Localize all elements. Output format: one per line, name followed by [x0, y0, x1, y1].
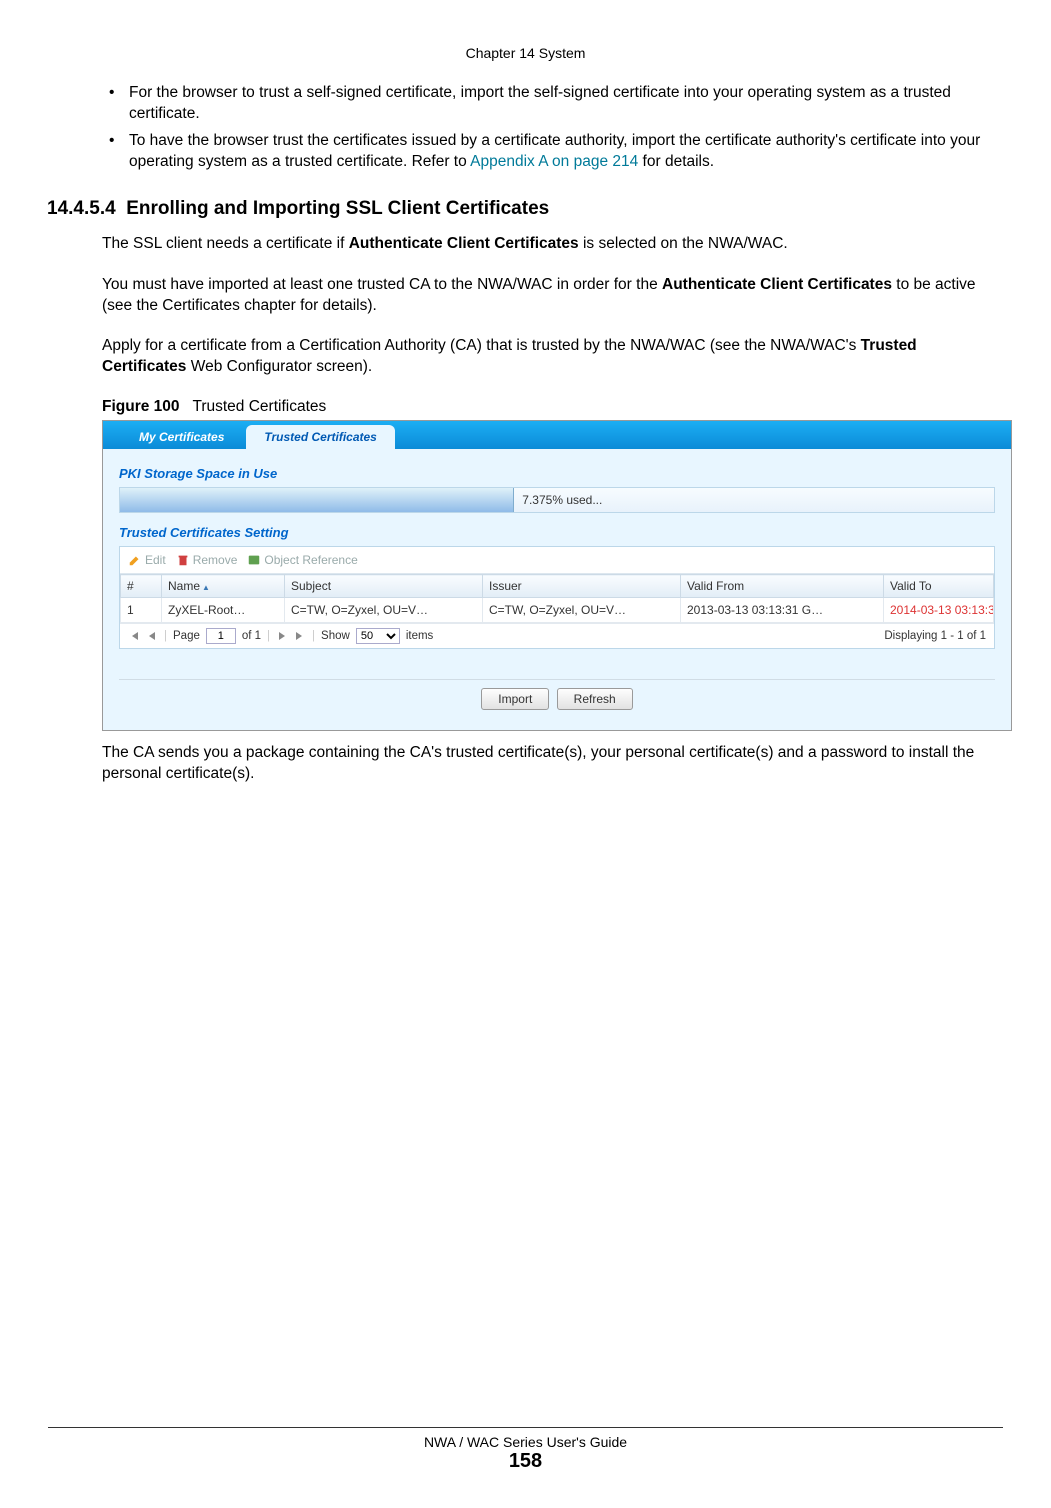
- remove-button[interactable]: Remove: [176, 553, 238, 567]
- show-label: Show: [321, 630, 350, 642]
- items-label: items: [406, 630, 433, 642]
- page-label: Page: [173, 630, 200, 642]
- next-page-icon[interactable]: [276, 630, 288, 642]
- object-reference-button[interactable]: Object Reference: [247, 553, 357, 567]
- first-page-icon[interactable]: [128, 630, 140, 642]
- cell-valid-to: 2014-03-13 03:13:31 G…: [884, 598, 994, 623]
- bullet-text-after: for details.: [638, 153, 714, 170]
- tab-trusted-certificates[interactable]: Trusted Certificates: [246, 425, 394, 449]
- section-title: Enrolling and Importing SSL Client Certi…: [126, 198, 549, 219]
- cell-valid-from: 2013-03-13 03:13:31 G…: [681, 598, 884, 623]
- bullet-item: For the browser to trust a self-signed c…: [109, 83, 1004, 125]
- tab-my-certificates[interactable]: My Certificates: [121, 425, 242, 449]
- of-label: of 1: [242, 630, 261, 642]
- cell-index: 1: [121, 598, 162, 623]
- bullet-item: To have the browser trust the certificat…: [109, 131, 1004, 173]
- sort-asc-icon: ▲: [202, 583, 210, 592]
- chapter-header: Chapter 14 System: [47, 45, 1004, 61]
- footer-page-number: 158: [0, 1450, 1051, 1473]
- footer-guide-name: NWA / WAC Series User's Guide: [0, 1434, 1051, 1450]
- col-valid-to[interactable]: Valid To: [884, 575, 994, 598]
- section-heading: 14.4.5.4 Enrolling and Importing SSL Cli…: [47, 198, 1004, 220]
- object-reference-icon: [247, 553, 261, 567]
- paragraph: The SSL client needs a certificate if Au…: [102, 234, 1004, 255]
- import-button[interactable]: Import: [481, 688, 549, 710]
- trusted-cert-setting-title: Trusted Certificates Setting: [119, 525, 997, 540]
- col-subject[interactable]: Subject: [285, 575, 483, 598]
- tab-strip: My Certificates Trusted Certificates: [103, 421, 1011, 450]
- edit-button[interactable]: Edit: [128, 553, 166, 567]
- paragraph: The CA sends you a package containing th…: [102, 743, 1004, 785]
- figure-caption: Figure 100 Trusted Certificates: [102, 398, 1004, 416]
- page-size-select[interactable]: 50: [356, 628, 400, 644]
- page-input[interactable]: [206, 628, 236, 644]
- trash-icon: [176, 553, 190, 567]
- action-buttons: Import Refresh: [119, 679, 995, 710]
- cell-subject: C=TW, O=Zyxel, OU=V…: [285, 598, 483, 623]
- paragraph: Apply for a certificate from a Certifica…: [102, 336, 1004, 378]
- table-row[interactable]: 1 ZyXEL-Root… C=TW, O=Zyxel, OU=V… C=TW,…: [121, 598, 994, 623]
- usage-bar-fill: [120, 488, 514, 512]
- refresh-button[interactable]: Refresh: [557, 688, 633, 710]
- col-valid-from[interactable]: Valid From: [681, 575, 884, 598]
- display-count: Displaying 1 - 1 of 1: [884, 630, 986, 642]
- section-number: 14.4.5.4: [47, 198, 116, 219]
- bullet-text: For the browser to trust a self-signed c…: [129, 84, 951, 122]
- prev-page-icon[interactable]: [146, 630, 158, 642]
- col-name[interactable]: Name▲: [162, 575, 285, 598]
- usage-label: 7.375% used...: [514, 488, 994, 512]
- usage-bar: 7.375% used...: [119, 487, 995, 513]
- cell-name: ZyXEL-Root…: [162, 598, 285, 623]
- page-footer: NWA / WAC Series User's Guide 158: [0, 1427, 1051, 1473]
- pki-storage-title: PKI Storage Space in Use: [119, 466, 997, 481]
- col-issuer[interactable]: Issuer: [483, 575, 681, 598]
- grid-pager: | Page of 1 | | Show 50 items Displaying…: [120, 623, 994, 648]
- edit-icon: [128, 553, 142, 567]
- trusted-certificates-panel: My Certificates Trusted Certificates PKI…: [102, 420, 1012, 731]
- grid-toolbar: Edit Remove Object Reference: [120, 547, 994, 574]
- paragraph: You must have imported at least one trus…: [102, 275, 1004, 317]
- appendix-link[interactable]: Appendix A on page 214: [470, 153, 638, 170]
- cell-issuer: C=TW, O=Zyxel, OU=V…: [483, 598, 681, 623]
- col-index[interactable]: #: [121, 575, 162, 598]
- certificates-grid: Edit Remove Object Reference # Name▲ Sub…: [119, 546, 995, 649]
- last-page-icon[interactable]: [294, 630, 306, 642]
